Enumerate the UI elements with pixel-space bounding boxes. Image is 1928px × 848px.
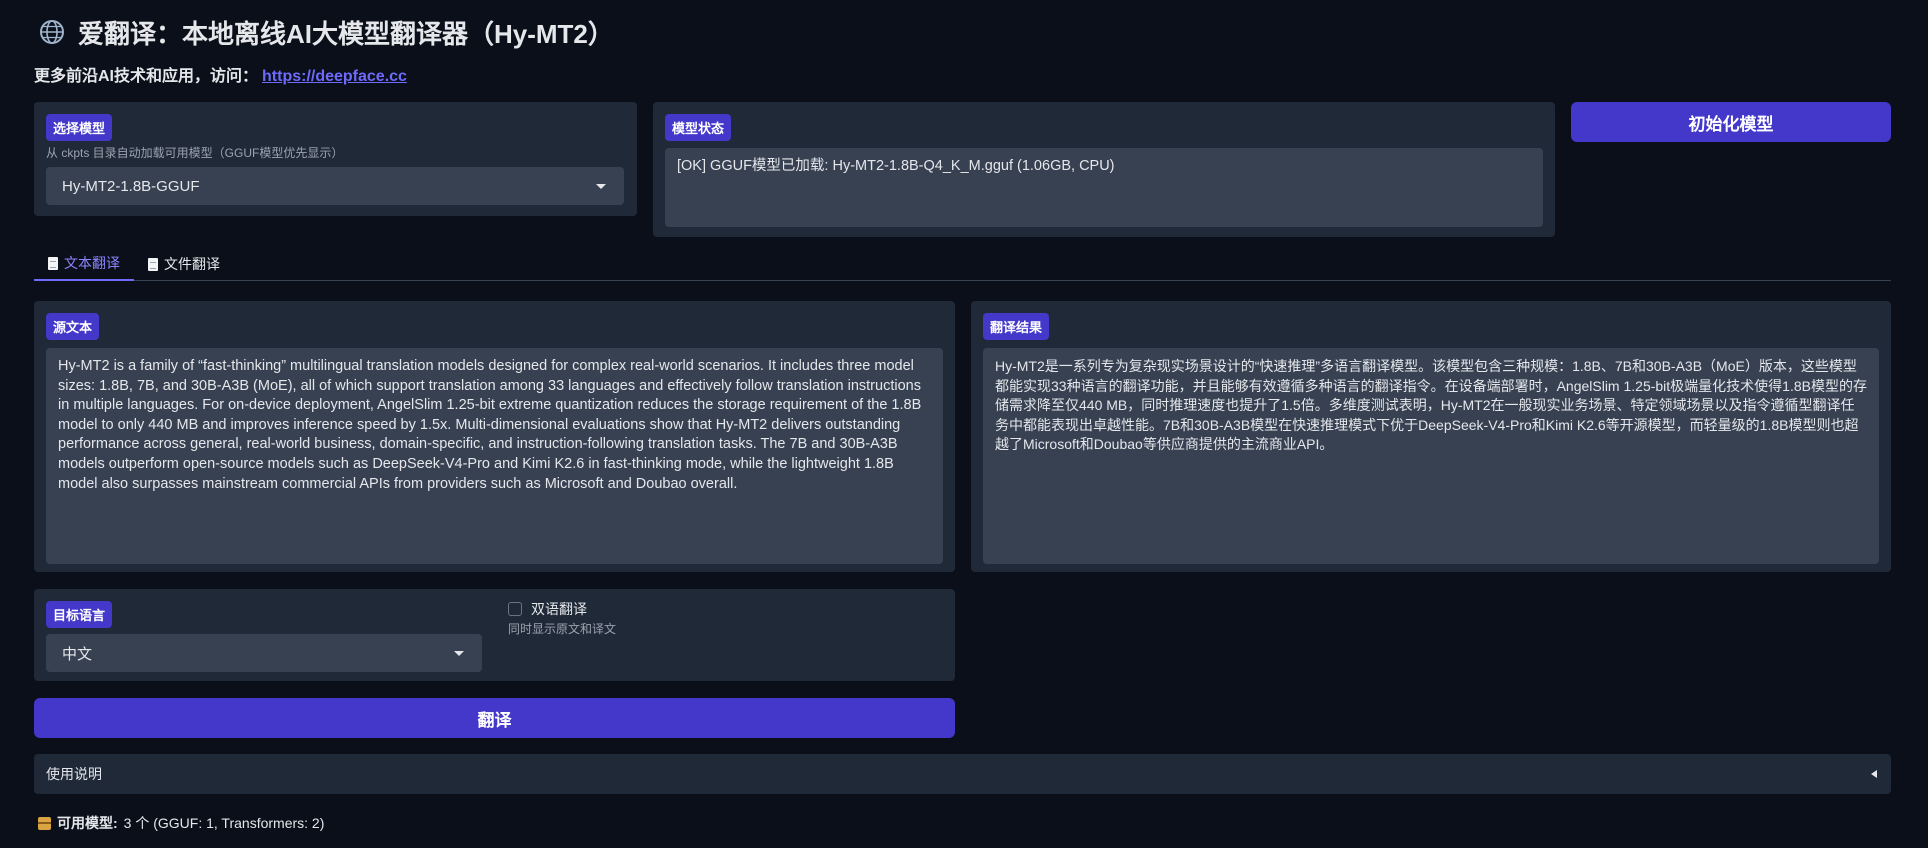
document-icon <box>48 256 58 270</box>
bilingual-label: 双语翻译 <box>531 601 587 617</box>
usage-label: 使用说明 <box>46 766 102 782</box>
target-language-dropdown[interactable]: 中文 <box>46 634 482 672</box>
tab-bar: 文本翻译 文件翻译 <box>34 247 1891 281</box>
result-textarea[interactable]: Hy-MT2是一系列专为复杂现实场景设计的“快速推理”多语言翻译模型。该模型包含… <box>983 348 1879 564</box>
available-models-label: 可用模型: <box>57 815 118 831</box>
chevron-down-icon <box>454 650 464 656</box>
model-select-label: 选择模型 <box>46 114 113 141</box>
document-icon <box>148 257 158 271</box>
subtitle: 更多前沿AI技术和应用，访问： https://deepface.cc <box>34 62 407 86</box>
chevron-down-icon <box>596 183 606 189</box>
translate-label: 翻译 <box>477 710 512 730</box>
globe-icon <box>40 20 64 44</box>
tab-text-translate[interactable]: 文本翻译 <box>34 247 134 281</box>
available-models-footer: 可用模型: 3 个 (GGUF: 1, Transformers: 2) <box>38 813 324 833</box>
bilingual-hint: 同时显示原文和译文 <box>508 622 617 636</box>
collapse-arrow-icon <box>1871 770 1877 778</box>
tab-label: 文件翻译 <box>164 256 220 272</box>
package-icon <box>38 816 51 830</box>
tab-file-translate[interactable]: 文件翻译 <box>134 247 234 281</box>
target-language-label: 目标语言 <box>46 601 113 628</box>
result-text: Hy-MT2是一系列专为复杂现实场景设计的“快速推理”多语言翻译模型。该模型包含… <box>995 358 1867 453</box>
available-models-value: 3 个 (GGUF: 1, Transformers: 2) <box>123 815 325 831</box>
source-textarea[interactable]: Hy-MT2 is a family of “fast-thinking” mu… <box>46 348 943 564</box>
model-dropdown-value: Hy-MT2-1.8B-GGUF <box>62 177 200 195</box>
source-panel: 源文本 Hy-MT2 is a family of “fast-thinking… <box>34 301 955 572</box>
tab-label: 文本翻译 <box>64 255 120 271</box>
bilingual-checkbox[interactable] <box>508 602 522 616</box>
model-status-label: 模型状态 <box>665 114 732 141</box>
source-label: 源文本 <box>46 313 100 340</box>
title-text: 爱翻译：本地离线AI大模型翻译器（Hy-MT2） <box>78 18 614 49</box>
model-status-panel: 模型状态 [OK] GGUF模型已加载: Hy-MT2-1.8B-Q4_K_M.… <box>653 102 1555 237</box>
init-model-label: 初始化模型 <box>1688 114 1774 134</box>
source-text: Hy-MT2 is a family of “fast-thinking” mu… <box>58 358 922 492</box>
model-select-hint: 从 ckpts 目录自动加载可用模型（GGUF模型优先显示） <box>46 146 344 160</box>
init-model-button[interactable]: 初始化模型 <box>1571 102 1891 142</box>
target-language-value: 中文 <box>62 645 93 663</box>
translate-button[interactable]: 翻译 <box>34 698 955 738</box>
target-language-panel: 目标语言 中文 双语翻译 同时显示原文和译文 <box>34 589 955 681</box>
page-title: 爱翻译：本地离线AI大模型翻译器（Hy-MT2） <box>38 14 614 50</box>
usage-accordion[interactable]: 使用说明 <box>34 754 1891 794</box>
model-status-field: [OK] GGUF模型已加载: Hy-MT2-1.8B-Q4_K_M.gguf … <box>665 148 1543 227</box>
model-status-text: [OK] GGUF模型已加载: Hy-MT2-1.8B-Q4_K_M.gguf … <box>677 158 1115 174</box>
result-label: 翻译结果 <box>983 313 1050 340</box>
deepface-link[interactable]: https://deepface.cc <box>262 68 407 85</box>
result-panel: 翻译结果 Hy-MT2是一系列专为复杂现实场景设计的“快速推理”多语言翻译模型。… <box>971 301 1891 572</box>
model-dropdown[interactable]: Hy-MT2-1.8B-GGUF <box>46 167 624 205</box>
model-select-panel: 选择模型 从 ckpts 目录自动加载可用模型（GGUF模型优先显示） Hy-M… <box>34 102 637 216</box>
subtitle-text: 更多前沿AI技术和应用，访问： <box>34 68 259 85</box>
bilingual-option[interactable]: 双语翻译 <box>508 599 587 619</box>
